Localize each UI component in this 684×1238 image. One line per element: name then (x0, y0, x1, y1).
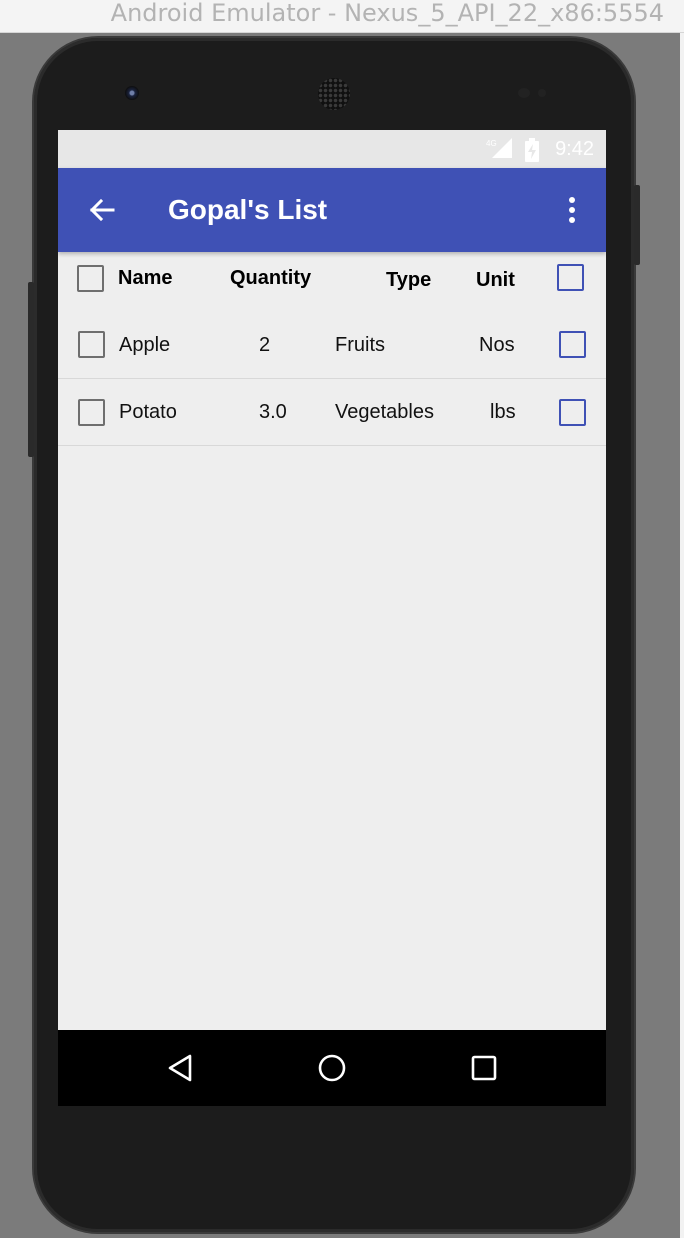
column-header-name: Name (118, 267, 173, 289)
device-screen: 4G 9:42 Gopal's List Name Quantity Type … (58, 130, 606, 1106)
table-row[interactable]: Potato 3.0 Vegetables lbs (58, 379, 606, 446)
table-header: Name Quantity Type Unit (58, 252, 606, 304)
row-right-checkbox[interactable] (559, 331, 586, 358)
item-unit: Nos (479, 334, 515, 356)
column-header-quantity: Quantity (230, 267, 312, 289)
item-name: Apple (119, 334, 171, 356)
emulator-title-bar: Android Emulator - Nexus_5_API_22_x86:55… (0, 0, 684, 33)
column-header-unit: Unit (476, 269, 515, 291)
item-quantity: 3.0 (259, 401, 287, 423)
circle-home-icon[interactable] (312, 1048, 352, 1088)
item-unit: lbs (490, 401, 516, 423)
table-row[interactable]: Apple 2 Fruits Nos (58, 312, 606, 379)
row-checkbox[interactable] (78, 331, 105, 358)
item-quantity: 2 (259, 334, 271, 356)
light-sensor-icon (538, 89, 546, 97)
signal-4g-icon: 4G (486, 138, 512, 158)
triangle-back-icon[interactable] (160, 1048, 200, 1088)
svg-text:4G: 4G (486, 139, 497, 148)
more-vertical-icon[interactable] (558, 190, 586, 230)
header-right-checkbox[interactable] (557, 264, 584, 291)
emulator-title: Android Emulator - Nexus_5_API_22_x86:55… (110, 0, 664, 27)
front-camera-icon (125, 86, 139, 100)
square-recents-icon[interactable] (464, 1048, 504, 1088)
proximity-sensor-icon (518, 88, 530, 98)
select-all-checkbox[interactable] (77, 265, 104, 292)
status-bar: 4G 9:42 (58, 130, 606, 168)
item-name: Potato (119, 401, 177, 423)
row-right-checkbox[interactable] (559, 399, 586, 426)
row-checkbox[interactable] (78, 399, 105, 426)
power-button[interactable] (634, 185, 640, 265)
app-bar: Gopal's List (58, 168, 606, 252)
desktop-edge (680, 33, 684, 1238)
arrow-back-icon[interactable] (82, 190, 122, 230)
item-type: Vegetables (335, 401, 434, 423)
battery-charging-icon (525, 138, 539, 162)
system-nav-bar (58, 1030, 606, 1106)
column-header-type: Type (386, 269, 432, 291)
volume-button[interactable] (28, 282, 34, 457)
status-time: 9:42 (555, 138, 594, 160)
page-title: Gopal's List (168, 194, 328, 225)
item-type: Fruits (335, 334, 385, 356)
speaker-grille-icon (318, 78, 350, 110)
